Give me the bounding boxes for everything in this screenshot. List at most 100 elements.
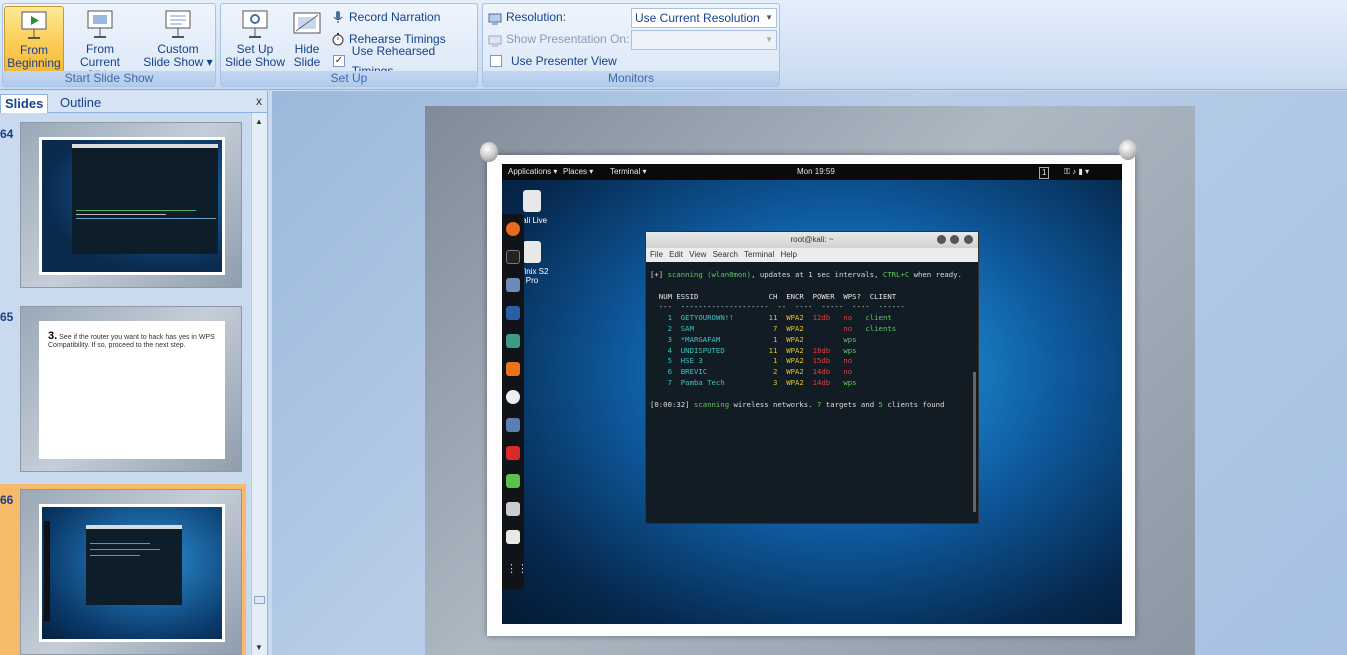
scan-ctrl: CTRL+C <box>882 270 910 279</box>
table-row: 3 *MARGAFAM 1 WPA2 wps <box>667 334 857 344</box>
metasploit-icon[interactable] <box>506 306 520 320</box>
slide-thumbnail-65[interactable]: 3. See if the router you want to hack ha… <box>20 306 242 472</box>
custom-slide-show-button[interactable]: Custom Slide Show ▾ <box>143 6 213 72</box>
places-menu: Places ▾ <box>563 167 594 176</box>
setup-group-label: Set Up <box>221 71 477 86</box>
beef-icon[interactable] <box>506 418 520 432</box>
hide-slide-label-2: Slide <box>293 55 321 69</box>
show-presentation-on-select[interactable]: ▼ <box>631 30 777 50</box>
stopwatch-icon <box>331 32 345 46</box>
thumb-66-line <box>90 543 150 544</box>
tab-outline[interactable]: Outline <box>56 94 105 113</box>
tab-slides[interactable]: Slides <box>0 94 49 113</box>
applications-menu: Applications ▾ <box>508 167 558 176</box>
usb-drive-icon <box>523 190 541 212</box>
terminal-menu-file: File <box>650 250 663 259</box>
thumb-64-line <box>76 218 216 219</box>
record-narration-button[interactable]: Record Narration <box>331 7 440 27</box>
scan-end: when ready. <box>909 270 962 279</box>
slide-thumbnail-66[interactable] <box>20 489 242 655</box>
scan-word: scanning <box>667 270 703 279</box>
slideshow-current-icon <box>87 10 113 38</box>
thumb-65-step-text: See if the router you want to hack has y… <box>48 334 215 349</box>
setup-show-label-2: Slide Show <box>224 55 286 69</box>
slideshow-play-icon <box>21 11 47 39</box>
scan-iface: (wlan0mon) <box>707 270 752 279</box>
use-presenter-view-checkbox[interactable]: Use Presenter View <box>490 51 617 71</box>
thumb-66-line <box>90 555 140 556</box>
resolution-value: Use Current Resolution <box>635 11 760 25</box>
maltego-icon[interactable] <box>506 390 520 404</box>
monitors-group-label: Monitors <box>483 71 779 86</box>
slides-panel: Slides Outline x 64 65 3. See if the rou… <box>0 91 268 655</box>
close-icon[interactable]: x <box>256 94 262 108</box>
scan-rest: , updates at 1 sec intervals, <box>751 270 883 279</box>
thumb-66-line <box>90 549 160 550</box>
slide-thumbnail-64[interactable] <box>20 122 242 288</box>
scroll-down-arrow-icon[interactable]: ▼ <box>255 643 263 652</box>
resolution-label: Resolution: <box>506 10 567 24</box>
thumb-66-terminal <box>86 525 182 605</box>
scrollbar-thumb[interactable] <box>254 596 265 604</box>
resolution-select[interactable]: Use Current Resolution ▼ <box>631 8 777 28</box>
leafpad-icon[interactable] <box>506 474 520 488</box>
scroll-up-arrow-icon[interactable]: ▲ <box>255 117 263 126</box>
start-slide-show-group: From Beginning From Current Slide Cust <box>2 3 216 87</box>
slides-scrollbar[interactable]: ▲ ▼ <box>251 113 267 655</box>
thumb-64-card <box>39 137 225 275</box>
monitor-icon <box>488 11 502 25</box>
use-rehearsed-timings-checkbox[interactable]: ✓ Use Rehearsed Timings <box>333 44 477 78</box>
terminal-icon[interactable] <box>506 250 520 264</box>
terminal-window: root@kali: ~ File Edit View Search Termi… <box>645 231 979 524</box>
thumb-64-line <box>76 210 196 211</box>
terminal-menubar: File Edit View Search Terminal Help <box>646 248 978 262</box>
table-row: 2 SAM 7 WPA2 no clients <box>667 323 897 333</box>
thumb-64-line <box>76 214 166 215</box>
start-slide-show-group-label: Start Slide Show <box>3 71 215 86</box>
files-icon[interactable] <box>506 278 520 292</box>
burpsuite-icon[interactable] <box>506 362 520 376</box>
clock: Mon 19:59 <box>797 167 835 176</box>
faraday-icon[interactable] <box>506 446 520 460</box>
terminal-menu: Terminal ▾ <box>610 167 647 176</box>
terminal-menu-terminal: Terminal <box>744 250 775 259</box>
thumb-66-card <box>39 504 225 642</box>
thumb-64-terminal <box>72 144 218 254</box>
slide-number-64: 64 <box>0 127 14 141</box>
gnome-top-bar: Applications ▾ Places ▾ Terminal ▾ Mon 1… <box>502 164 1122 180</box>
setup-group: Set Up Slide Show Hide Slide Record Narr… <box>220 3 478 87</box>
armitage-icon[interactable] <box>506 334 520 348</box>
from-current-slide-button[interactable]: From Current Slide <box>66 6 134 82</box>
setup-slideshow-icon <box>242 10 268 38</box>
ribbon: From Beginning From Current Slide Cust <box>0 0 1347 90</box>
scan-prefix: [+] <box>650 270 668 279</box>
presenter-view-check-icon <box>490 55 502 67</box>
chevron-down-icon: ▼ <box>765 35 773 44</box>
terminal-menu-help: Help <box>780 250 797 259</box>
monitors-group: Resolution: Use Current Resolution ▼ Sho… <box>482 3 780 87</box>
from-beginning-button[interactable]: From Beginning <box>4 6 64 72</box>
cutycapt-icon[interactable] <box>506 502 520 516</box>
status-line: [0:00:32] scanning wireless networks. 7 … <box>650 399 945 409</box>
terminal-scrollbar <box>973 372 976 512</box>
from-beginning-label-2: Beginning <box>7 56 61 70</box>
thumb-65-text: 3. See if the router you want to hack ha… <box>42 324 222 358</box>
pushpin-left-icon <box>480 142 498 162</box>
tweaks-icon[interactable] <box>506 530 520 544</box>
firefox-icon[interactable] <box>506 222 520 236</box>
show-apps-icon[interactable]: ⋮⋮ <box>506 562 528 576</box>
current-slide[interactable]: Applications ▾ Places ▾ Terminal ▾ Mon 1… <box>425 106 1195 655</box>
close-icon <box>964 235 973 244</box>
table-row: 1 GETYOUROWN!! 11 WPA2 12db no client <box>667 313 892 323</box>
hide-slide-button[interactable]: Hide Slide <box>289 6 325 72</box>
thumb-64-desktop <box>42 140 222 272</box>
show-presentation-on-label: Show Presentation On: <box>506 32 630 46</box>
terminal-output: [+] scanning (wlan0mon), updates at 1 se… <box>650 270 962 409</box>
chevron-down-icon: ▼ <box>765 13 773 22</box>
custom-show-label-2: Slide Show ▾ <box>143 55 213 69</box>
custom-slideshow-icon <box>165 10 191 38</box>
setup-slide-show-button[interactable]: Set Up Slide Show <box>223 6 287 72</box>
dock: ⋮⋮ <box>502 214 528 589</box>
minimize-icon <box>937 235 946 244</box>
thumb-66-desktop <box>42 507 222 639</box>
